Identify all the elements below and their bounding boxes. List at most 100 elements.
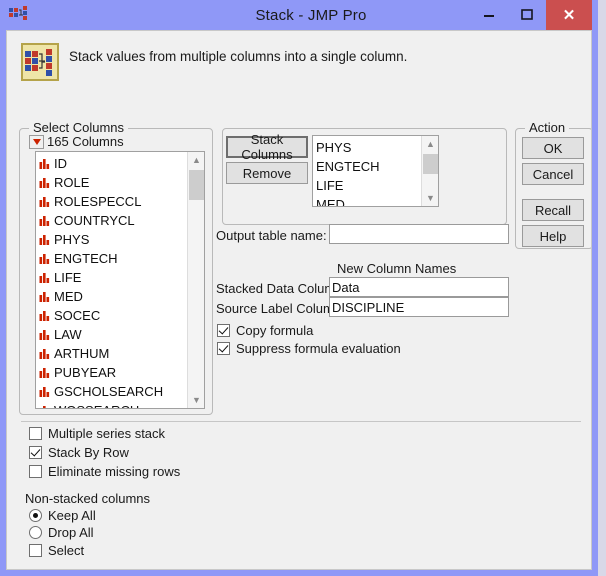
list-item[interactable]: PHYS bbox=[316, 138, 421, 157]
checkbox-icon[interactable] bbox=[29, 465, 42, 478]
list-item-label: ENGTECH bbox=[54, 251, 118, 266]
output-table-name-label: Output table name: bbox=[216, 228, 327, 243]
keep-all-radio[interactable]: Keep All bbox=[29, 508, 96, 523]
non-stacked-columns-label: Non-stacked columns bbox=[25, 491, 150, 506]
options-divider bbox=[21, 421, 581, 422]
stacked-columns-scrollbar[interactable]: ▲ ▼ bbox=[421, 136, 438, 206]
copy-formula-checkbox[interactable]: Copy formula bbox=[217, 323, 313, 338]
continuous-column-icon bbox=[39, 215, 51, 227]
continuous-column-icon bbox=[39, 367, 51, 379]
radio-icon[interactable] bbox=[29, 509, 42, 522]
checkbox-icon[interactable] bbox=[29, 544, 42, 557]
list-item-label: LIFE bbox=[54, 270, 82, 285]
columns-count-header[interactable]: 165 Columns bbox=[29, 134, 124, 149]
stacked-columns-listbox[interactable]: PHYS ENGTECH LIFE MED ▲ ▼ bbox=[312, 135, 439, 207]
eliminate-missing-rows-checkbox[interactable]: Eliminate missing rows bbox=[29, 464, 180, 479]
select-checkbox[interactable]: Select bbox=[29, 543, 84, 558]
remove-button[interactable]: Remove bbox=[226, 162, 308, 184]
stacked-columns-items[interactable]: PHYS ENGTECH LIFE MED bbox=[313, 136, 421, 206]
multiple-series-stack-label: Multiple series stack bbox=[48, 426, 166, 441]
list-item-label: LAW bbox=[54, 327, 82, 342]
source-label-column-label: Source Label Column bbox=[216, 301, 342, 316]
checkbox-icon[interactable] bbox=[217, 342, 230, 355]
suppress-formula-evaluation-checkbox[interactable]: Suppress formula evaluation bbox=[217, 341, 401, 356]
select-columns-scrollbar[interactable]: ▲ ▼ bbox=[187, 152, 204, 408]
dialog-description: Stack values from multiple columns into … bbox=[69, 49, 408, 64]
dialog-header: Stack values from multiple columns into … bbox=[7, 31, 591, 81]
list-item[interactable]: SOCEC bbox=[39, 306, 187, 325]
list-item[interactable]: MED bbox=[39, 287, 187, 306]
select-columns-group-label: Select Columns bbox=[29, 120, 129, 135]
stack-columns-button[interactable]: Stack Columns bbox=[226, 132, 308, 162]
title-bar[interactable]: Stack - JMP Pro ✕ bbox=[6, 0, 592, 30]
list-item[interactable]: LAW bbox=[39, 325, 187, 344]
ok-button[interactable]: OK bbox=[522, 137, 584, 159]
scroll-up-icon[interactable]: ▲ bbox=[188, 152, 204, 168]
eliminate-missing-rows-label: Eliminate missing rows bbox=[48, 464, 181, 479]
continuous-column-icon bbox=[39, 177, 51, 189]
scroll-up-icon[interactable]: ▲ bbox=[422, 136, 438, 152]
list-item[interactable]: ROLE bbox=[39, 173, 187, 192]
select-columns-listbox[interactable]: ID ROLE ROLESPECCL COUNTRYCL PHYS ENGTECH LIFE… bbox=[35, 151, 205, 409]
help-button[interactable]: Help bbox=[522, 225, 584, 247]
scrollbar-thumb[interactable] bbox=[189, 170, 204, 200]
list-item[interactable]: LIFE bbox=[316, 176, 421, 195]
multiple-series-stack-checkbox[interactable]: Multiple series stack bbox=[29, 426, 165, 441]
list-item[interactable]: ID bbox=[39, 154, 187, 173]
scroll-down-icon[interactable]: ▼ bbox=[422, 190, 438, 206]
continuous-column-icon bbox=[39, 310, 51, 322]
red-triangle-icon[interactable] bbox=[29, 134, 44, 149]
columns-count-label: 165 Columns bbox=[47, 134, 124, 149]
list-item[interactable]: GSCHOLSEARCH bbox=[39, 382, 187, 401]
stacked-data-column-input[interactable]: Data bbox=[329, 277, 509, 297]
list-item-label: PUBYEAR bbox=[54, 365, 117, 380]
list-item-label: MED bbox=[54, 289, 83, 304]
list-item-label: ROLESPECCL bbox=[54, 194, 142, 209]
list-item[interactable]: PUBYEAR bbox=[39, 363, 187, 382]
minimize-button[interactable] bbox=[470, 0, 508, 30]
list-item[interactable]: MED bbox=[316, 195, 421, 206]
list-item[interactable]: WOSSEARCH bbox=[39, 401, 187, 408]
checkbox-icon[interactable] bbox=[29, 427, 42, 440]
stack-small-icon bbox=[8, 5, 30, 25]
list-item-label: ROLE bbox=[54, 175, 90, 190]
list-item[interactable]: ROLESPECCL bbox=[39, 192, 187, 211]
list-item[interactable]: LIFE bbox=[39, 268, 187, 287]
stack-by-row-label: Stack By Row bbox=[48, 445, 129, 460]
cancel-button[interactable]: Cancel bbox=[522, 163, 584, 185]
list-item-label: LIFE bbox=[316, 178, 344, 193]
stack-by-row-checkbox[interactable]: Stack By Row bbox=[29, 445, 129, 460]
close-button[interactable]: ✕ bbox=[546, 0, 592, 30]
stacked-data-column-label: Stacked Data Column bbox=[216, 281, 343, 296]
drop-all-radio[interactable]: Drop All bbox=[29, 525, 94, 540]
list-item-label: ID bbox=[54, 156, 67, 171]
scrollbar-thumb[interactable] bbox=[423, 154, 438, 174]
maximize-button[interactable] bbox=[508, 0, 546, 30]
new-column-names-label: New Column Names bbox=[337, 261, 457, 276]
continuous-column-icon bbox=[39, 348, 51, 360]
checkbox-icon[interactable] bbox=[217, 324, 230, 337]
select-columns-items[interactable]: ID ROLE ROLESPECCL COUNTRYCL PHYS ENGTECH LIFE… bbox=[36, 152, 187, 408]
suppress-formula-evaluation-label: Suppress formula evaluation bbox=[236, 341, 401, 356]
list-item[interactable]: COUNTRYCL bbox=[39, 211, 187, 230]
continuous-column-icon bbox=[39, 234, 51, 246]
list-item[interactable]: PHYS bbox=[39, 230, 187, 249]
scroll-down-icon[interactable]: ▼ bbox=[188, 392, 204, 408]
list-item-label: PHYS bbox=[316, 140, 352, 155]
stack-large-icon bbox=[21, 43, 59, 81]
list-item-label: COUNTRYCL bbox=[54, 213, 135, 228]
source-label-column-input[interactable]: DISCIPLINE bbox=[329, 297, 509, 317]
list-item-label: SOCEC bbox=[54, 308, 101, 323]
copy-formula-label: Copy formula bbox=[236, 323, 314, 338]
list-item-label: GSCHOLSEARCH bbox=[54, 384, 164, 399]
recall-button[interactable]: Recall bbox=[522, 199, 584, 221]
continuous-column-icon bbox=[39, 272, 51, 284]
output-table-name-input[interactable] bbox=[329, 224, 509, 244]
continuous-column-icon bbox=[39, 158, 51, 170]
list-item[interactable]: ENGTECH bbox=[39, 249, 187, 268]
list-item[interactable]: ARTHUM bbox=[39, 344, 187, 363]
list-item[interactable]: ENGTECH bbox=[316, 157, 421, 176]
checkbox-icon[interactable] bbox=[29, 446, 42, 459]
radio-icon[interactable] bbox=[29, 526, 42, 539]
dialog-window: Stack - JMP Pro ✕ Stack values from mult… bbox=[0, 0, 598, 576]
